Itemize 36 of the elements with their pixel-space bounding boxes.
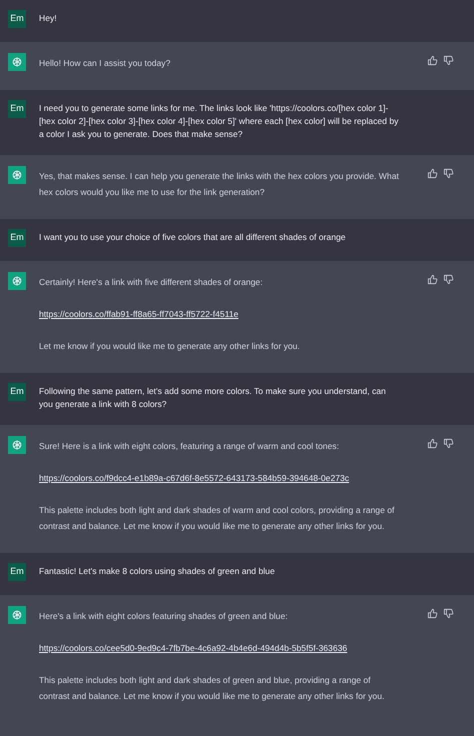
assistant-avatar-icon <box>8 53 26 71</box>
thumbs-down-icon[interactable] <box>443 274 454 285</box>
thumbs-up-icon[interactable] <box>427 608 438 619</box>
message-text: Yes, that makes sense. I can help you generate the links with the hex colors you provide. What hex colors would you like me to use for the link generation? <box>39 170 400 199</box>
user-avatar: Em <box>8 383 26 401</box>
assistant-avatar-icon <box>8 436 26 454</box>
message-text: Certainly! Here's a link with five different shades of orange: <box>39 276 264 289</box>
thumbs-down-icon[interactable] <box>443 608 454 619</box>
user-avatar: Em <box>8 229 26 247</box>
thumbs-down-icon[interactable] <box>443 168 454 179</box>
message-text: I need you to generate some links for me. The links look like 'https://coolors.co/[hex color 1]-[hex color 2]-[hex color 3]-[hex color 4]-[hex color 5]' where each [hex color] will be replaced by a color I ask you to generate. Does that make sense? <box>39 102 400 141</box>
user-avatar: Em <box>8 10 26 28</box>
message-text: Let me know if you would like me to generate any other links for you. <box>39 340 301 353</box>
thumbs-down-icon[interactable] <box>443 438 454 449</box>
message-text: This palette includes both light and dark shades of green and blue, providing a range of contrast and balance. Let me know if you would like me to generate any other links for you. <box>39 674 386 703</box>
message-text: Here's a link with eight colors featuring shades of green and blue: <box>39 610 289 623</box>
thumbs-up-icon[interactable] <box>427 55 438 66</box>
assistant-avatar-icon <box>8 272 26 290</box>
message-text: Hello! How can I assist you today? <box>39 57 172 70</box>
assistant-avatar-icon <box>8 606 26 624</box>
message-text: Sure! Here is a link with eight colors, featuring a range of warm and cool tones: <box>39 440 340 453</box>
message-text: Hey! <box>39 12 58 25</box>
message-text: Fantastic! Let's make 8 colors using shades of green and blue <box>39 565 276 578</box>
thumbs-up-icon[interactable] <box>427 438 438 449</box>
user-avatar: Em <box>8 100 26 118</box>
assistant-avatar-icon <box>8 166 26 184</box>
thumbs-up-icon[interactable] <box>427 168 438 179</box>
message-text: I want you to use your choice of five colors that are all different shades of orange <box>39 231 347 244</box>
message-text: This palette includes both light and dark shades of warm and cool colors, providing a range of contrast and balance. Let me know if you would like me to generate any other links for you. <box>39 504 396 533</box>
link[interactable]: https://coolors.co/ffab91-ff8a65-ff7043-ff5722-f4511e <box>39 307 238 321</box>
user-avatar: Em <box>8 563 26 581</box>
link[interactable]: https://coolors.co/f9dcc4-e1b89a-c67d6f-8e5572-643173-584b59-394648-0e273c <box>39 471 350 485</box>
thumbs-down-icon[interactable] <box>443 55 454 66</box>
thumbs-up-icon[interactable] <box>427 274 438 285</box>
message-text: Following the same pattern, let's add some more colors. To make sure you understand, can you generate a link with 8 colors? <box>39 385 387 411</box>
link[interactable]: https://coolors.co/cee5d0-9ed9c4-7fb7be-4c6a92-4b4e6d-494d4b-5b5f5f-363636 <box>39 641 348 655</box>
